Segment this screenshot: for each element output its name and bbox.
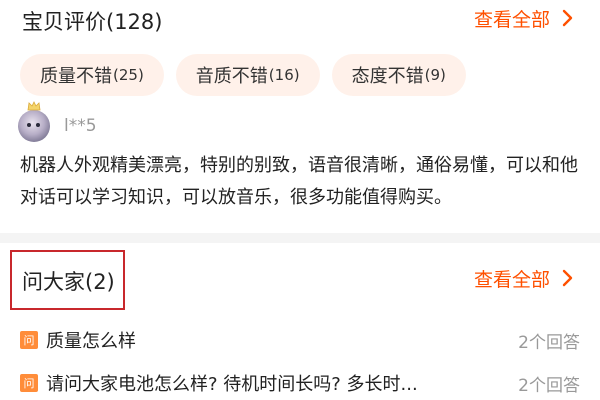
review-text[interactable]: 机器人外观精美漂亮，特别的别致，语音很清晰，通俗易懂，可以和他对话可以学习知识，… xyxy=(20,150,588,214)
review-tag-quality[interactable]: 质量不错 (25) xyxy=(20,54,164,96)
question-badge-icon: 问 xyxy=(20,331,38,349)
crown-icon xyxy=(27,101,41,111)
reviewer-username: l**5 xyxy=(64,116,97,136)
reviews-title: 宝贝评价(128) xyxy=(22,10,163,34)
tag-count: (16) xyxy=(268,66,300,84)
review-tag-list: 质量不错 (25) 音质不错 (16) 态度不错 (9) xyxy=(20,54,466,96)
avatar-eye xyxy=(27,123,31,127)
tag-count: (9) xyxy=(424,66,446,84)
avatar-face xyxy=(18,110,50,142)
reviews-see-all-label: 查看全部 xyxy=(473,8,550,31)
question-text: 质量怎么样 xyxy=(46,331,136,352)
question-text: 请问大家电池怎么样? 待机时间长吗? 多长时... xyxy=(46,374,418,395)
qa-see-all-label: 查看全部 xyxy=(473,268,550,291)
reviews-see-all-link[interactable]: 查看全部 xyxy=(474,4,582,32)
qa-see-all-link[interactable]: 查看全部 xyxy=(474,264,582,292)
avatar-eye xyxy=(36,123,40,127)
answer-count: 2个回答 xyxy=(518,332,580,353)
question-badge-icon: 问 xyxy=(20,374,38,392)
tag-label: 音质不错 xyxy=(195,66,268,87)
reviewer-info: l**5 xyxy=(18,101,97,142)
qa-list-item[interactable]: 问 质量怎么样 2个回答 xyxy=(20,327,580,353)
chevron-right-icon xyxy=(562,269,573,287)
review-tag-sound[interactable]: 音质不错 (16) xyxy=(175,54,320,96)
tag-count: (25) xyxy=(113,66,144,84)
qa-list-item[interactable]: 问 请问大家电池怎么样? 待机时间长吗? 多长时... 2个回答 xyxy=(20,370,580,396)
avatar[interactable] xyxy=(18,101,50,142)
review-tag-attitude[interactable]: 态度不错 (9) xyxy=(331,54,466,96)
qa-title: 问大家(2) xyxy=(22,270,115,294)
chevron-right-icon xyxy=(562,9,573,27)
section-divider xyxy=(0,233,600,243)
answer-count: 2个回答 xyxy=(518,375,580,396)
tag-label: 态度不错 xyxy=(351,66,424,87)
tag-label: 质量不错 xyxy=(40,66,112,87)
